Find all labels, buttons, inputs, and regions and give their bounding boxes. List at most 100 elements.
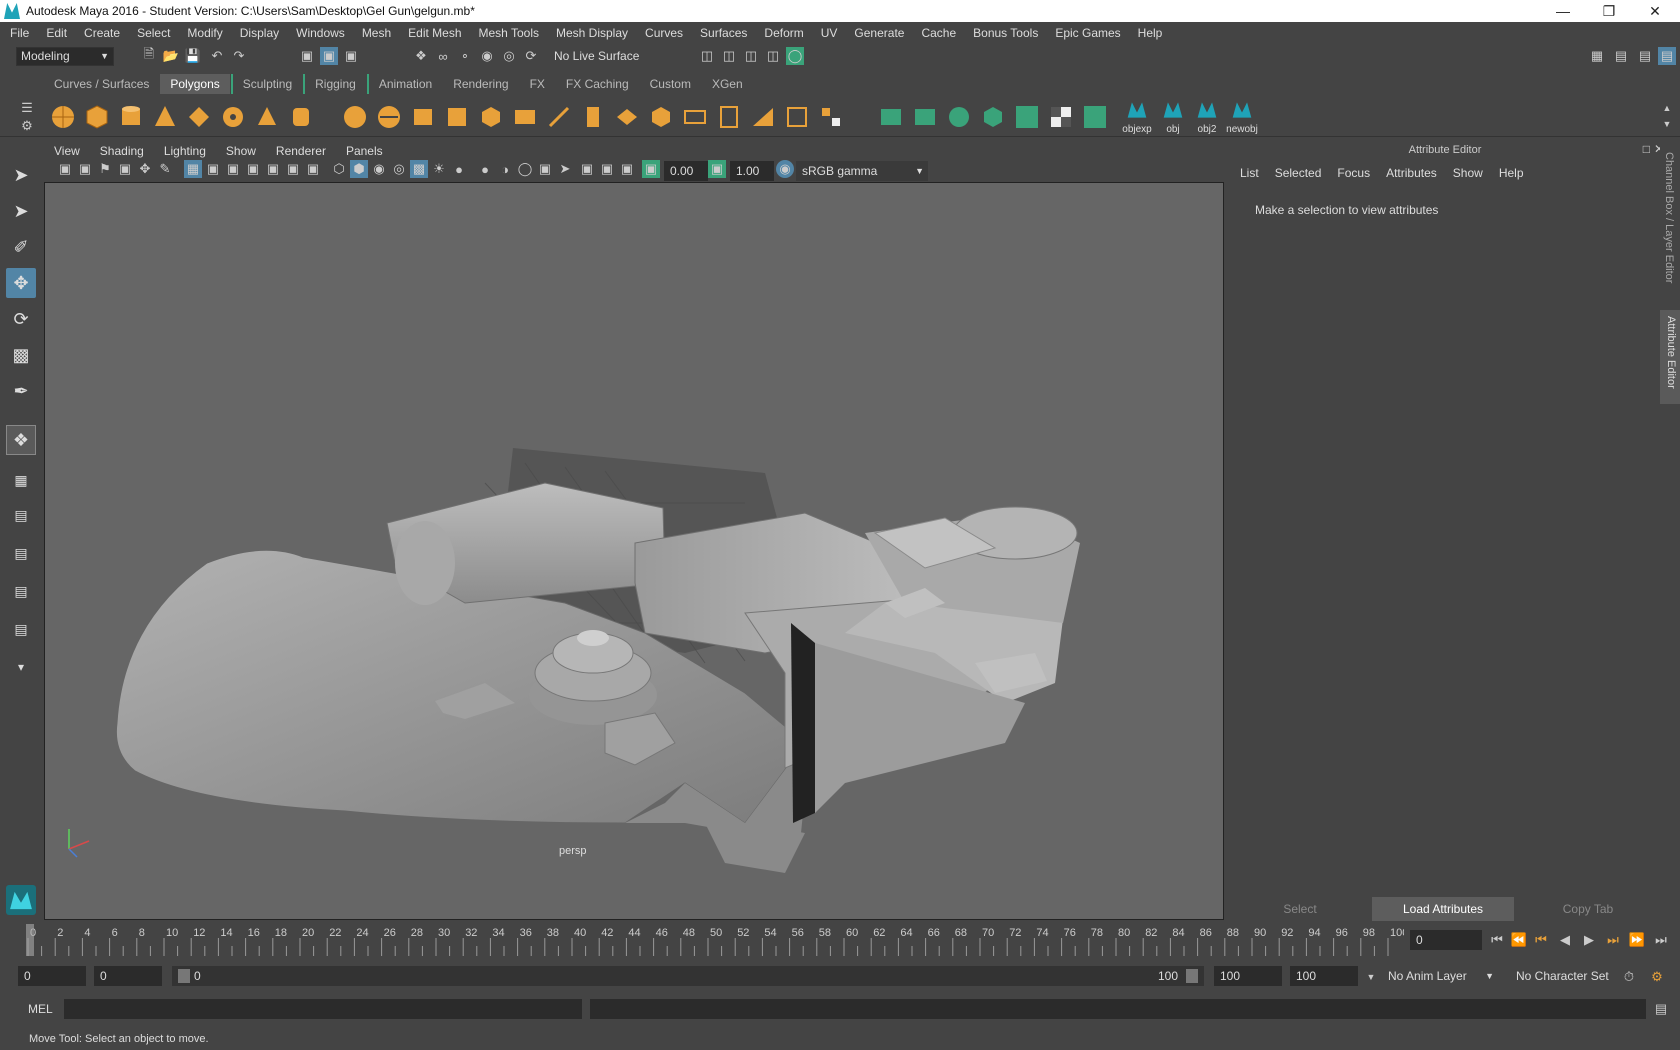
select-object-icon[interactable]: ▣	[320, 47, 338, 65]
lasso-tool-icon[interactable]: ➤	[6, 196, 36, 226]
poly-pipe-icon[interactable]	[288, 104, 314, 130]
shelf-tab-fx[interactable]: FX	[520, 74, 555, 94]
menu-select[interactable]: Select	[137, 26, 170, 40]
panel-menu-view[interactable]: View	[54, 144, 80, 158]
range-slider-bar[interactable]: 0 100	[172, 966, 1204, 986]
uv-spherical-icon[interactable]	[946, 104, 972, 130]
combine-icon[interactable]	[342, 104, 368, 130]
chevron-down-icon[interactable]: ▼	[1362, 968, 1380, 986]
script-editor-icon[interactable]: ▤	[1652, 1000, 1670, 1018]
last-tool-icon[interactable]: ✒	[6, 376, 36, 406]
field-chart-icon[interactable]: ▣	[264, 160, 282, 178]
select-hierarchy-icon[interactable]: ▣	[298, 47, 316, 65]
open-scene-icon[interactable]: 📂	[162, 47, 180, 65]
merge-icon[interactable]	[818, 104, 844, 130]
anim-start-field[interactable]: 0	[94, 966, 162, 986]
poly-cube-icon[interactable]	[84, 104, 110, 130]
go-to-end-icon[interactable]: ⏭	[1652, 931, 1670, 949]
shelf-settings-icon[interactable]: ⚙	[18, 117, 36, 135]
render-settings-icon[interactable]: ◫	[742, 47, 760, 65]
panel-menu-show[interactable]: Show	[226, 144, 256, 158]
menu-help[interactable]: Help	[1138, 26, 1163, 40]
grease-pencil-icon[interactable]: ✎	[156, 160, 174, 178]
menu-file[interactable]: File	[10, 26, 29, 40]
bridge-icon[interactable]	[614, 104, 640, 130]
camera-lock-icon[interactable]: ▣	[76, 160, 94, 178]
menu-edit[interactable]: Edit	[46, 26, 67, 40]
menu-mesh-display[interactable]: Mesh Display	[556, 26, 628, 40]
menu-cache[interactable]: Cache	[921, 26, 956, 40]
end-time-field[interactable]: 100	[1290, 966, 1358, 986]
uv-automatic-icon[interactable]	[980, 104, 1006, 130]
redo-icon[interactable]: ↷	[230, 47, 248, 65]
four-view-layout-icon[interactable]: ▦	[6, 465, 36, 495]
maya-home-icon[interactable]	[6, 885, 36, 915]
persp-graph-layout-icon[interactable]: ▤	[6, 538, 36, 568]
gamma-field[interactable]: 1.00	[730, 161, 774, 181]
current-frame-field[interactable]: 0	[1410, 930, 1482, 950]
film-gate-icon[interactable]: ▣	[204, 160, 222, 178]
xray-active-icon[interactable]: ▣	[598, 160, 616, 178]
safe-action-icon[interactable]: ▣	[284, 160, 302, 178]
uv-cylindrical-icon[interactable]	[912, 104, 938, 130]
ipr-render-icon[interactable]: ◫	[720, 47, 738, 65]
play-forwards-icon[interactable]: ▶	[1580, 931, 1598, 949]
render-frame-icon[interactable]: ◫	[698, 47, 716, 65]
new-scene-icon[interactable]: 🗎	[140, 46, 158, 65]
workspace-layout-icon[interactable]: ▦	[1588, 47, 1606, 65]
insert-edgeloop-icon[interactable]	[682, 104, 708, 130]
menu-display[interactable]: Display	[240, 26, 279, 40]
append-polygon-icon[interactable]	[750, 104, 776, 130]
ae-menu-attributes[interactable]: Attributes	[1386, 166, 1437, 180]
xray-icon[interactable]: ▣	[578, 160, 596, 178]
close-icon[interactable]: ✕	[1632, 0, 1678, 22]
render-view-icon[interactable]: ◯	[786, 47, 804, 65]
panel-menu-lighting[interactable]: Lighting	[164, 144, 206, 158]
boolean-icon[interactable]	[478, 104, 504, 130]
outliner-layout-icon[interactable]: ▤	[6, 614, 36, 644]
snap-surface-icon[interactable]: ◎	[500, 47, 518, 65]
shelf-tab-polygons[interactable]: Polygons	[160, 74, 230, 94]
select-component-icon[interactable]: ▣	[342, 47, 360, 65]
menu-create[interactable]: Create	[84, 26, 120, 40]
preferences-icon[interactable]: ⚙	[1648, 968, 1666, 986]
current-time-marker[interactable]	[26, 924, 34, 956]
mirror-icon[interactable]	[512, 104, 538, 130]
range-handle-right[interactable]	[1186, 969, 1198, 983]
character-set-dropdown[interactable]: No Character Set	[1510, 966, 1630, 986]
channel-box-toggle-icon[interactable]: ▤	[1612, 47, 1630, 65]
side-tab-channel-box[interactable]: Channel Box / Layer Editor	[1663, 152, 1675, 283]
poly-prism-icon[interactable]	[254, 104, 280, 130]
poly-cone-icon[interactable]	[152, 104, 178, 130]
tool-settings-toggle-icon[interactable]: ▤	[1658, 47, 1676, 65]
menu-curves[interactable]: Curves	[645, 26, 683, 40]
ae-menu-focus[interactable]: Focus	[1337, 166, 1370, 180]
xray-joints-icon[interactable]: ▣	[618, 160, 636, 178]
persp-outliner-layout-icon[interactable]: ▤	[6, 500, 36, 530]
menu-windows[interactable]: Windows	[296, 26, 345, 40]
textured-icon[interactable]: ▩	[410, 160, 428, 178]
poly-cylinder-icon[interactable]	[118, 104, 144, 130]
depth-of-field-icon[interactable]: ▣	[536, 160, 554, 178]
start-time-field[interactable]: 0	[18, 966, 86, 986]
poly-sphere-icon[interactable]	[50, 104, 76, 130]
snap-together-icon[interactable]: ⟳	[522, 47, 540, 65]
anim-end-field[interactable]: 100	[1214, 966, 1282, 986]
smooth-icon[interactable]	[444, 104, 470, 130]
select-tool-icon[interactable]: ➤	[6, 160, 36, 190]
anim-layer-dropdown[interactable]: No Anim Layer ▼	[1382, 966, 1498, 986]
multisample-aa-icon[interactable]: ◯	[516, 160, 534, 178]
perspective-viewport[interactable]: persp	[44, 182, 1224, 920]
single-perspective-layout-icon[interactable]: ❖	[6, 425, 36, 455]
separate-icon[interactable]	[376, 104, 402, 130]
extract-icon[interactable]	[410, 104, 436, 130]
default-material-icon[interactable]: ◉	[370, 160, 388, 178]
exposure-field[interactable]: 0.00	[664, 161, 708, 181]
shelf-tab-rendering[interactable]: Rendering	[443, 74, 518, 94]
smooth-shade-icon[interactable]: ⬢	[350, 160, 368, 178]
shelf-custom-obj2[interactable]: obj2	[1190, 99, 1224, 135]
ae-copy-tab-button[interactable]: Copy Tab	[1518, 897, 1658, 921]
snap-point-icon[interactable]: ∘	[456, 47, 474, 65]
ambient-occlusion-icon[interactable]: ●	[476, 160, 494, 178]
snap-view-icon[interactable]: ◉	[478, 47, 496, 65]
